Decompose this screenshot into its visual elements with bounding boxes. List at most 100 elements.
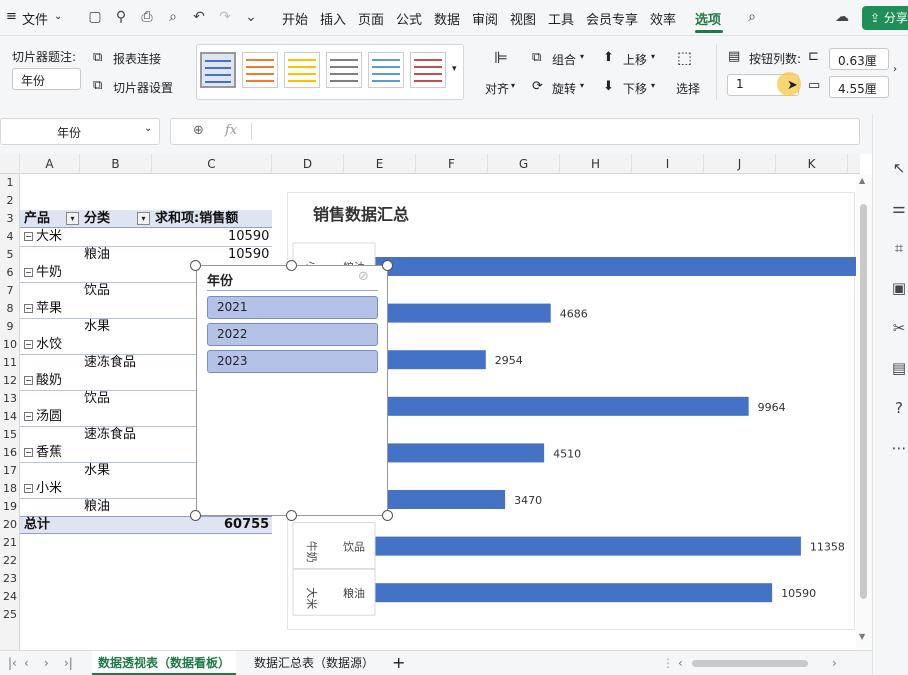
tools-icon[interactable]: ✂ [889,318,908,338]
frame-icon[interactable]: ⌗ [889,238,908,258]
row-10[interactable]: 10 [0,336,20,354]
row-19[interactable]: 19 [0,498,20,516]
row-7[interactable]: 7 [0,282,20,300]
column-I[interactable]: I [632,154,704,174]
tab-start[interactable]: 开始 [282,9,308,28]
add-sheet-icon[interactable]: + [386,651,411,675]
row-2[interactable]: 2 [0,192,20,210]
tab-efficiency[interactable]: 效率 [650,9,676,28]
style-swatch-6[interactable] [410,52,446,88]
row-3[interactable]: 3 [0,210,20,228]
rotate-button[interactable]: 旋转 [552,80,576,97]
last-sheet-icon[interactable]: ›| [58,651,79,675]
align-button[interactable]: 对齐 [485,80,509,97]
select-all-corner[interactable] [0,154,20,174]
slicer-settings-button[interactable]: 切片器设置 [113,79,173,96]
menu-icon[interactable]: ≡ [6,9,17,24]
row-20[interactable]: 20 [0,516,20,534]
sheet-tab-source[interactable]: 数据汇总表（数据源） [248,651,380,675]
column-E[interactable]: E [344,154,416,174]
column-C[interactable]: C [152,154,272,174]
tab-page[interactable]: 页面 [358,9,384,28]
row-4[interactable]: 4 [0,228,20,246]
row-23[interactable]: 23 [0,570,20,588]
bring-forward-button[interactable]: 上移 [623,51,647,68]
vertical-scrollbar[interactable]: ▲ ▼ [856,174,872,650]
print-preview-icon[interactable]: ⌕ [164,8,182,26]
chevron-down-icon[interactable]: ⌄ [54,11,62,22]
slicer-caption-input[interactable]: 年份 [12,68,81,90]
pivot-product-5[interactable]: − 汤圆 [24,408,62,426]
row-6[interactable]: 6 [0,264,20,282]
pivot-product-7[interactable]: − 小米 [24,480,62,498]
chart-bar-0[interactable] [375,257,856,276]
row-13[interactable]: 13 [0,390,20,408]
column-F[interactable]: F [416,154,488,174]
style-swatch-2[interactable] [242,52,278,88]
row-8[interactable]: 8 [0,300,20,318]
chart-bar-5[interactable] [375,490,506,509]
resize-handle-n[interactable] [286,260,297,271]
pivot-product-6[interactable]: − 香蕉 [24,444,62,462]
row-21[interactable]: 21 [0,534,20,552]
column-G[interactable]: G [488,154,560,174]
next-sheet-icon[interactable]: › [38,651,55,675]
horizontal-scroll-thumb[interactable] [692,660,808,667]
row-1[interactable]: 1 [0,174,20,192]
resize-handle-sw[interactable] [190,510,201,521]
resize-handle-nw[interactable] [190,260,201,271]
more-icon[interactable]: ⌄ [242,8,260,26]
tab-tools[interactable]: 工具 [548,9,574,28]
tab-review[interactable]: 审阅 [472,9,498,28]
row-11[interactable]: 11 [0,354,20,372]
row-17[interactable]: 17 [0,462,20,480]
tab-formula[interactable]: 公式 [396,9,422,28]
scroll-thumb[interactable] [860,204,867,599]
pivot-product-2[interactable]: − 苹果 [24,300,62,318]
slicer-item-2023[interactable]: 2023 [207,350,378,373]
tab-view[interactable]: 视图 [510,9,536,28]
select-button[interactable]: 选择 [676,80,700,97]
pivot-product-1[interactable]: − 牛奶 [24,264,62,282]
product-filter-button[interactable]: ▾ [66,212,79,225]
style-swatch-5[interactable] [368,52,404,88]
pivot-product-4[interactable]: − 酸奶 [24,372,62,390]
scroll-up-icon[interactable]: ▲ [859,176,865,185]
width-input[interactable]: 4.55厘米 [829,76,889,98]
tab-options[interactable]: 选项 [695,9,721,28]
gallery-more-icon[interactable]: ▾ [452,64,457,74]
save-icon[interactable]: ▢ [86,8,104,26]
share-button[interactable]: ⇪ 分享 [862,6,908,30]
name-box[interactable]: 年份 ⌄ [0,118,160,145]
row-22[interactable]: 22 [0,552,20,570]
column-K[interactable]: K [776,154,848,174]
tab-member[interactable]: 会员专享 [586,9,638,28]
link-icon[interactable]: ⚲ [112,8,130,26]
formula-input[interactable]: ⊕ fx [170,118,860,145]
chart-bar-6[interactable] [375,536,801,556]
book-icon[interactable]: ▤ [889,358,908,378]
prev-sheet-icon[interactable]: ‹ [18,651,35,675]
zoom-icon[interactable]: ⊕ [193,123,204,138]
style-swatch-1[interactable] [200,52,236,88]
undo-icon[interactable]: ↶ [190,8,208,26]
cloud-icon[interactable]: ☁ [833,8,851,26]
row-25[interactable]: 25 [0,606,20,624]
row-24[interactable]: 24 [0,588,20,606]
send-backward-button[interactable]: 下移 [623,80,647,97]
clear-filter-icon[interactable]: ⊘ [358,269,369,284]
resize-handle-se[interactable] [382,510,393,521]
chart-bar-3[interactable] [375,396,749,416]
pivot-product-3[interactable]: − 水饺 [24,336,62,354]
row-5[interactable]: 5 [0,246,20,264]
chart-bar-2[interactable] [375,350,486,370]
resize-handle-s[interactable] [286,510,297,521]
fx-icon[interactable]: fx [225,123,237,138]
tab-data[interactable]: 数据 [434,9,460,28]
help-icon[interactable]: ? [889,398,908,418]
row-12[interactable]: 12 [0,372,20,390]
chart-bar-1[interactable] [375,303,551,323]
pointer-icon[interactable]: ↖ [889,158,908,178]
column-J[interactable]: J [704,154,776,174]
group-button[interactable]: 组合 [552,51,576,68]
